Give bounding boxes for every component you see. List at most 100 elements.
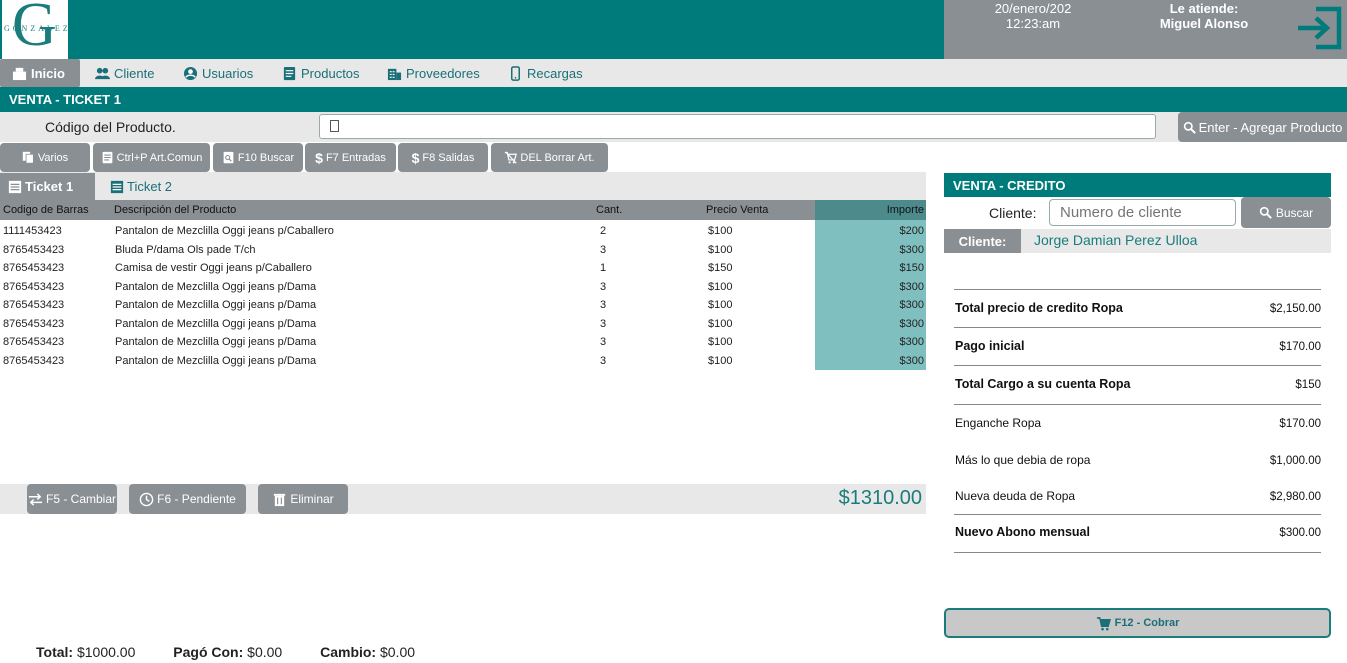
art-comun-button[interactable]: Ctrl+P Art.Comun — [93, 143, 210, 172]
tab-usuarios[interactable]: Usuarios — [183, 59, 253, 87]
cell-barcode: 8765453423 — [3, 336, 65, 348]
cell-description: Pantalon de Mezclilla Oggi jeans p/Dama — [115, 317, 317, 330]
divider — [954, 552, 1321, 553]
list-icon — [8, 180, 22, 193]
tab-proveedores[interactable]: Proveedores — [387, 59, 480, 87]
table-row[interactable]: 8765453423 Pantalon de Mezclilla Oggi jea… — [0, 315, 926, 334]
phone-icon — [511, 65, 520, 81]
change-label: F5 - Cambiar — [45, 492, 116, 506]
divider — [954, 289, 1321, 290]
delete-item-button[interactable]: DEL Borrar Art. — [491, 143, 608, 172]
tab-ticket-2[interactable]: Ticket 2 — [102, 173, 180, 200]
cell-price: $150 — [708, 262, 733, 274]
header-barcode: Codigo de Barras — [3, 204, 89, 216]
ticket-actions-bar: F5 - Cambiar F6 - Pendiente Eliminar $13… — [0, 484, 926, 514]
session-info-box: 20/enero/202 12:23:am Le atiende: Miguel… — [944, 0, 1347, 59]
add-product-button[interactable]: Enter - Agregar Producto — [1178, 112, 1347, 142]
tab-label: Usuarios — [202, 65, 254, 81]
cell-qty: 3 — [600, 243, 607, 256]
varios-button[interactable]: Varios — [0, 143, 90, 172]
client-label: Cliente: — [989, 205, 1037, 221]
client-search-label: Buscar — [1275, 205, 1314, 220]
cell-barcode: 8765453423 — [3, 299, 65, 311]
entries-button[interactable]: $ F7 Entradas — [305, 143, 396, 172]
header-importe: Importe — [815, 200, 926, 220]
clock-icon — [139, 492, 154, 506]
tab-recargas[interactable]: Recargas — [508, 59, 583, 87]
credit-line-label: Nueva deuda de Ropa — [955, 489, 1076, 503]
cell-price: $100 — [708, 225, 733, 237]
cell-barcode: 8765453423 — [3, 262, 65, 274]
delete-item-label: DEL Borrar Art. — [520, 151, 595, 164]
sale-title: VENTA - TICKET 1 — [9, 92, 121, 107]
client-search-button[interactable]: Buscar — [1241, 197, 1331, 228]
tab-label: Inicio — [31, 65, 65, 81]
cell-price: $100 — [708, 317, 733, 330]
tab-label: Productos — [301, 65, 360, 81]
logout-icon[interactable] — [1296, 5, 1344, 51]
tab-ticket-1[interactable]: Ticket 1 — [0, 173, 95, 200]
cell-importe: $200 — [899, 225, 924, 237]
cell-price: $100 — [708, 243, 733, 256]
add-product-label: Enter - Agregar Producto — [1198, 119, 1343, 135]
credit-line-value: $300.00 — [1279, 527, 1321, 539]
barcode-icon — [330, 120, 339, 132]
current-date: 20/enero/202 — [994, 1, 1072, 16]
tab-cliente[interactable]: Cliente — [95, 59, 154, 87]
table-row[interactable]: 8765453423 Bluda P/dama Ols pade T/ch 3 $10… — [0, 241, 926, 260]
divider — [954, 514, 1321, 515]
change-value: $0.00 — [379, 644, 416, 660]
credit-title-band: VENTA - CREDITO — [944, 173, 1331, 197]
header-price: Precio Venta — [706, 204, 769, 216]
search-button[interactable]: F10 Buscar — [213, 143, 303, 172]
cell-importe: $300 — [899, 336, 924, 348]
divider — [954, 327, 1321, 328]
delete-button[interactable]: Eliminar — [258, 484, 348, 514]
cell-qty: 1 — [600, 262, 607, 274]
search-icon — [1183, 121, 1196, 134]
ticket-tab-label: Ticket 2 — [127, 179, 173, 194]
trash-icon — [274, 493, 286, 506]
pending-button[interactable]: F6 - Pendiente — [129, 484, 246, 514]
credit-line-label: Más lo que debia de ropa — [955, 453, 1091, 467]
list-icon — [110, 180, 124, 193]
credit-line-label: Pago inicial — [955, 339, 1025, 353]
table-row[interactable]: 8765453423 Camisa de vestir Oggi jeans p/… — [0, 259, 926, 278]
change-label: Cambio: — [320, 644, 377, 660]
document-icon — [102, 151, 113, 164]
outputs-button[interactable]: $ F8 Salidas — [398, 143, 488, 172]
charge-label: F12 - Cobrar — [1114, 617, 1180, 629]
table-row[interactable]: 8765453423 Pantalon de Mezclilla Oggi jea… — [0, 352, 926, 371]
product-code-input[interactable] — [319, 114, 1156, 139]
search-document-icon — [223, 151, 234, 164]
header-qty: Cant. — [596, 204, 623, 216]
date-time: 20/enero/202 12:23:am — [988, 1, 1078, 31]
table-row[interactable]: 8765453423 Pantalon de Mezclilla Oggi jea… — [0, 333, 926, 352]
credit-line-label: Nuevo Abono mensual — [955, 525, 1090, 539]
table-row[interactable]: 8765453423 Pantalon de Mezclilla Oggi jea… — [0, 278, 926, 297]
cell-importe: $300 — [899, 354, 924, 367]
table-row[interactable]: 8765453423 Pantalon de Mezclilla Oggi jea… — [0, 296, 926, 315]
dollar-icon: $ — [315, 149, 323, 166]
tab-productos[interactable]: Productos — [282, 59, 360, 87]
cell-price: $100 — [708, 336, 733, 348]
tab-inicio[interactable]: Inicio — [0, 59, 80, 87]
credit-line-value: $150 — [1295, 379, 1321, 391]
company-logo: G GONZALEZ — [2, 0, 68, 59]
charge-button[interactable]: F12 - Cobrar — [944, 608, 1331, 638]
client-number-input[interactable] — [1049, 199, 1236, 226]
attendant-name: Miguel Alonso — [1159, 16, 1249, 31]
cell-importe: $300 — [899, 243, 924, 256]
delete-label: Eliminar — [290, 492, 334, 506]
cash-register-icon — [12, 67, 27, 80]
header-description: Descripción del Producto — [114, 204, 237, 216]
product-code-row: Código del Producto. Enter - Agregar Pro… — [0, 112, 1347, 142]
cell-qty: 2 — [600, 225, 607, 237]
ticket-tab-label: Ticket 1 — [25, 179, 74, 194]
cell-importe: $300 — [899, 317, 924, 330]
pending-label: F6 - Pendiente — [157, 492, 236, 506]
table-row[interactable]: 1111453423 Pantalon de Mezclilla Oggi jea… — [0, 222, 926, 241]
globe-user-icon — [183, 66, 198, 80]
change-button[interactable]: F5 - Cambiar — [27, 484, 117, 514]
credit-title: VENTA - CREDITO — [953, 177, 1066, 193]
